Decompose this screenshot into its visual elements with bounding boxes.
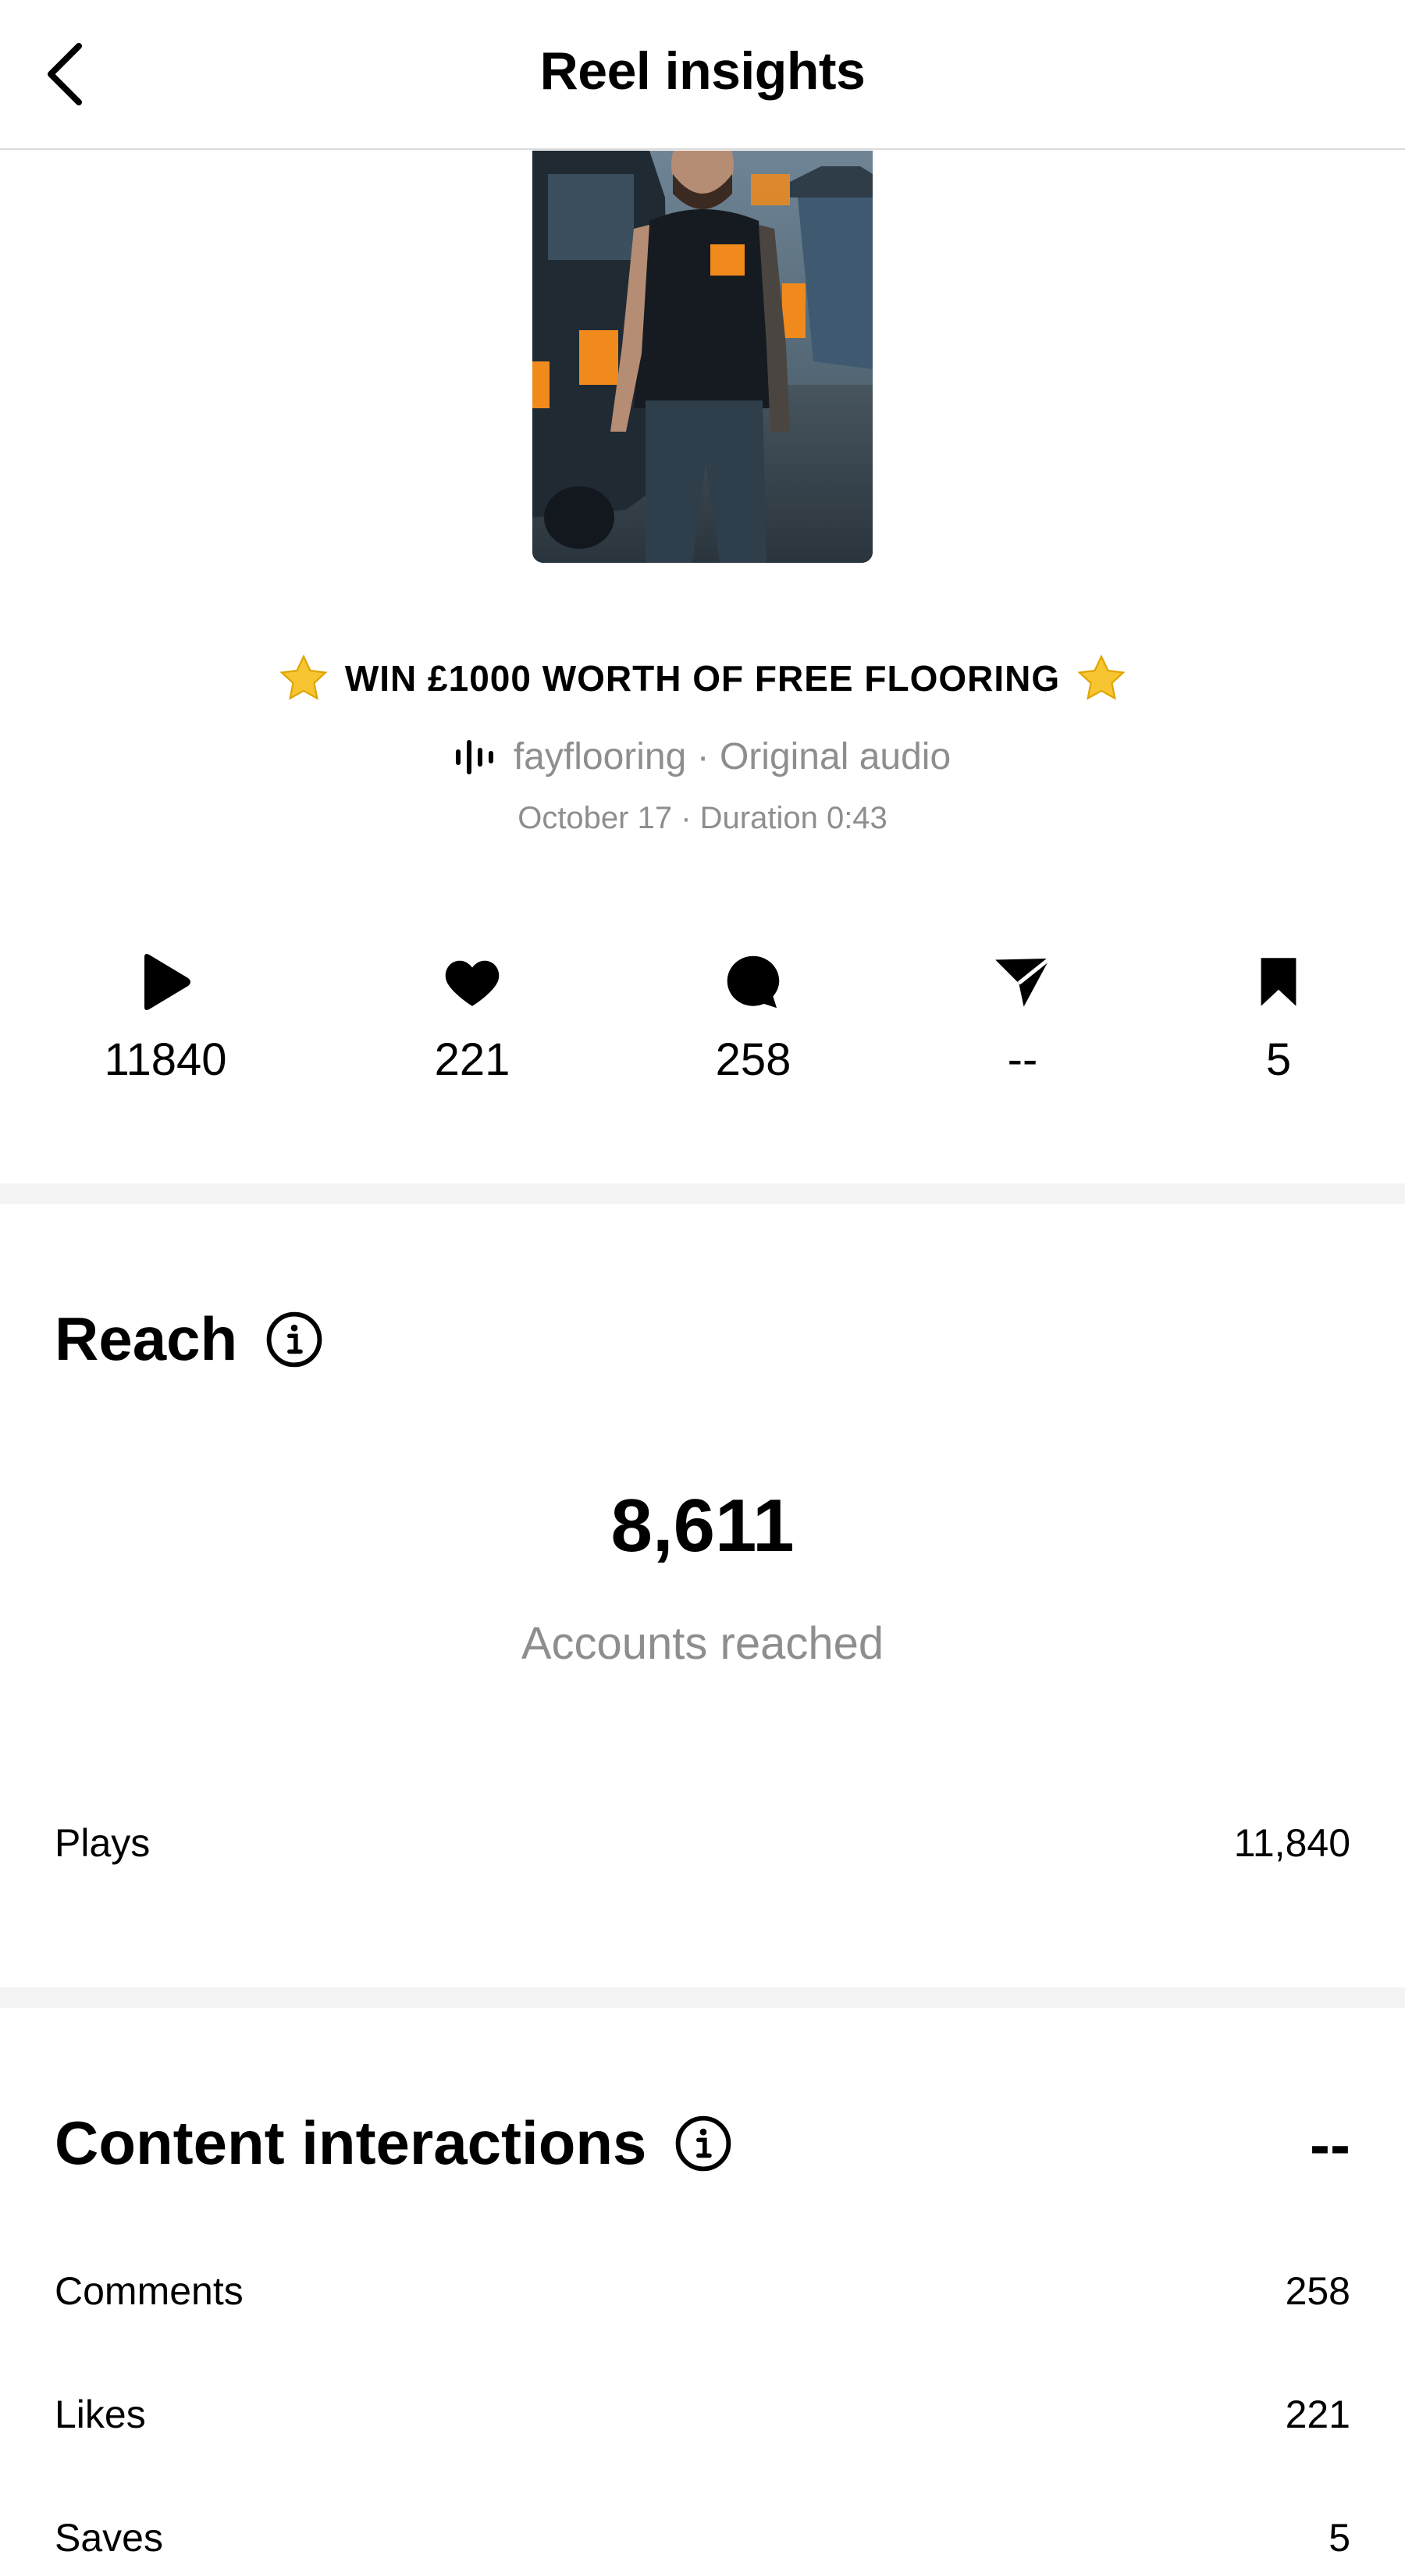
- reel-thumbnail-image: [532, 151, 873, 563]
- reel-insights-page: Reel insights WIN £1000 WORTH OF FREE FL…: [0, 0, 1405, 2576]
- row-label: Plays: [55, 1821, 151, 1865]
- section-divider: [0, 1183, 1405, 1204]
- interaction-row-saves[interactable]: Saves 5: [55, 2515, 1350, 2560]
- caption-text: WIN £1000 WORTH OF FREE FLOORING: [344, 658, 1061, 699]
- play-icon: [144, 954, 190, 1010]
- row-value: 258: [1285, 2269, 1350, 2313]
- row-value: 11,840: [1233, 1821, 1350, 1865]
- comment-icon: [727, 955, 780, 1009]
- stat-shares-value: --: [1007, 1034, 1038, 1085]
- info-icon[interactable]: [674, 2115, 732, 2172]
- accounts-reached-value: 8,611: [610, 1484, 795, 1567]
- stat-comments-value: 258: [715, 1034, 791, 1085]
- interaction-row-comments[interactable]: Comments 258: [55, 2268, 1350, 2314]
- star-emoji-icon: [279, 654, 328, 700]
- bookmark-icon: [1261, 958, 1297, 1006]
- audio-link[interactable]: fayflooring · Original audio: [0, 735, 1405, 778]
- header-bar: Reel insights: [0, 0, 1405, 150]
- reach-title: Reach: [55, 1304, 238, 1373]
- row-value: 5: [1329, 2516, 1350, 2560]
- audio-label: fayflooring · Original audio: [513, 736, 951, 777]
- reel-date-duration: October 17 · Duration 0:43: [518, 801, 887, 835]
- stat-plays[interactable]: 11840: [64, 951, 267, 1086]
- content-interactions-section-title: Content interactions: [55, 2108, 732, 2179]
- reel-caption: WIN £1000 WORTH OF FREE FLOORING: [0, 653, 1405, 704]
- row-label: Comments: [55, 2269, 244, 2313]
- interaction-row-likes[interactable]: Likes 221: [55, 2392, 1350, 2437]
- reel-thumbnail[interactable]: [532, 151, 873, 563]
- accounts-reached-label: Accounts reached: [521, 1618, 884, 1669]
- section-divider: [0, 1987, 1405, 2008]
- row-label: Saves: [55, 2516, 163, 2560]
- stat-plays-value: 11840: [104, 1034, 227, 1085]
- stat-saves[interactable]: 5: [1177, 951, 1380, 1086]
- reach-section-title: Reach: [55, 1304, 323, 1375]
- reach-row-plays[interactable]: Plays 11,840: [55, 1820, 1350, 1866]
- send-icon: [995, 956, 1051, 1007]
- audio-waveform-icon: [455, 739, 493, 774]
- stat-likes-value: 221: [434, 1034, 510, 1085]
- stat-comments[interactable]: 258: [652, 951, 855, 1086]
- content-interactions-value: --: [1310, 2110, 1350, 2179]
- content-interactions-title: Content interactions: [55, 2108, 647, 2177]
- stat-shares[interactable]: --: [921, 951, 1124, 1086]
- info-icon[interactable]: [265, 1311, 323, 1368]
- page-title: Reel insights: [539, 41, 866, 101]
- heart-icon: [445, 960, 500, 1006]
- row-label: Likes: [55, 2393, 146, 2436]
- stat-saves-value: 5: [1265, 1034, 1292, 1085]
- stat-likes[interactable]: 221: [371, 951, 574, 1086]
- row-value: 221: [1285, 2393, 1350, 2436]
- star-emoji-icon: [1077, 654, 1126, 700]
